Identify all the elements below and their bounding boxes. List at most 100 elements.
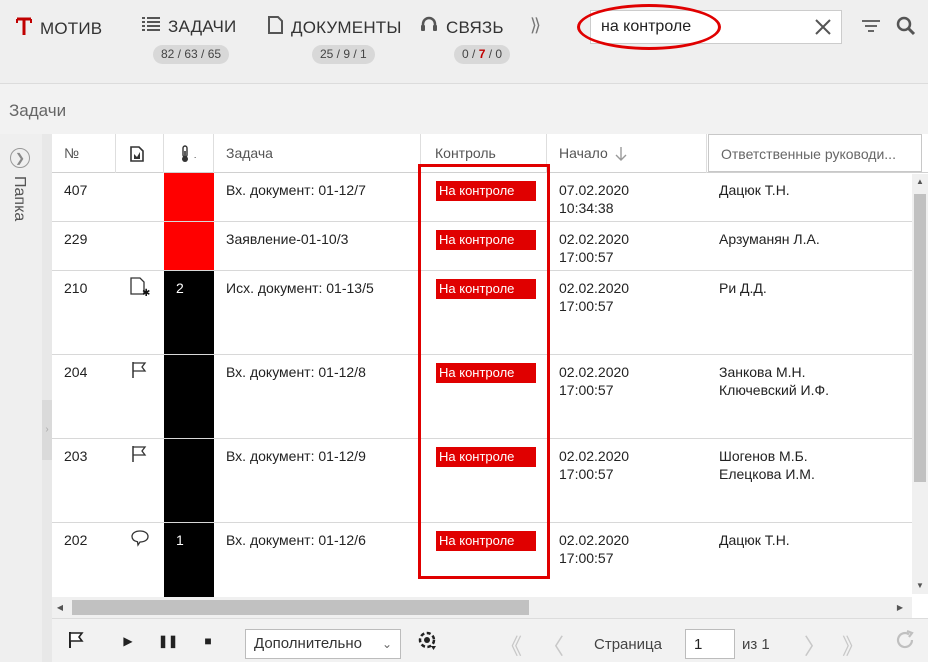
clear-search-icon[interactable] — [811, 15, 835, 39]
row-start-date: 07.02.2020 — [559, 182, 630, 198]
column-header-number[interactable]: № — [52, 134, 116, 173]
row-start-time: 17:00:57 — [559, 298, 614, 314]
row-number: 407 — [64, 182, 88, 198]
splitter-handle-icon[interactable]: › — [42, 400, 52, 460]
filter-icon[interactable] — [861, 17, 881, 37]
row-priority: 2 — [164, 271, 214, 354]
bottom-toolbar: ▶ ❚❚ ■ Дополнительно ⌄ 《 〈 Страница из 1… — [52, 618, 928, 662]
row-task[interactable]: Вх. документ: 01-12/7 — [214, 173, 421, 221]
last-page-icon[interactable]: 》 — [842, 629, 864, 661]
scroll-down-icon[interactable]: ▼ — [912, 578, 928, 594]
row-priority — [164, 439, 214, 522]
play-icon[interactable]: ▶ — [118, 631, 138, 651]
scroll-up-icon[interactable]: ▲ — [912, 174, 928, 190]
table-row[interactable]: 210 ✱ 2 Исх. документ: 01-13/5 На контроле 02… — [52, 271, 912, 355]
horizontal-scrollbar[interactable]: ◀ ▶ — [52, 597, 912, 618]
row-responsible: Шогенов М.Б. Елецкова И.М. — [719, 448, 815, 482]
page-label: Страница — [594, 636, 662, 653]
prev-page-icon[interactable]: 〈 — [542, 629, 564, 661]
column-header-control[interactable]: Контроль — [421, 134, 547, 173]
attachment-column-icon — [130, 145, 144, 163]
next-page-icon[interactable]: 〉 — [804, 629, 826, 661]
chevron-down-icon: ⌄ — [381, 637, 392, 651]
row-start: 02.02.2020 17:00:57 — [547, 222, 707, 270]
thermometer-icon — [180, 145, 194, 163]
motiv-logo-icon — [16, 16, 32, 41]
additional-select[interactable]: Дополнительно ⌄ — [245, 629, 401, 659]
search-input[interactable] — [601, 16, 801, 38]
row-control: На контроле — [421, 222, 547, 270]
first-page-icon[interactable]: 《 — [500, 629, 522, 661]
search-icon[interactable] — [896, 16, 916, 36]
row-number: 203 — [64, 448, 88, 464]
row-start-date: 02.02.2020 — [559, 448, 630, 464]
column-header-start-label: Начало — [559, 145, 608, 161]
nav-documents[interactable]: ДОКУМЕНТЫ — [268, 16, 402, 39]
row-task[interactable]: Вх. документ: 01-12/8 — [214, 355, 421, 438]
row-priority — [164, 222, 214, 270]
refresh-icon[interactable] — [894, 629, 914, 649]
nav-documents-label: ДОКУМЕНТЫ — [291, 17, 402, 37]
flag-filter-icon[interactable] — [66, 631, 86, 651]
tasks-grid: № . Задача Контроль Начало Ответственные… — [52, 134, 928, 618]
row-number: 210 — [64, 280, 88, 296]
table-row[interactable]: 407 Вх. документ: 01-12/7 На контроле 07.02… — [52, 173, 912, 222]
row-priority: 1 — [164, 523, 214, 606]
communication-count-badge: 0 / 7 / 0 — [454, 45, 511, 64]
tasks-count-badge: 82 / 63 / 65 — [153, 45, 230, 64]
row-task[interactable]: Заявление-01-10/3 — [214, 222, 421, 270]
panel-splitter[interactable] — [42, 134, 52, 662]
grid-header: № . Задача Контроль Начало Ответственные… — [52, 134, 928, 173]
page-title: Задачи — [9, 101, 67, 120]
row-responsible: Ри Д.Д. — [719, 280, 767, 296]
scroll-left-icon[interactable]: ◀ — [52, 600, 68, 615]
row-start: 02.02.2020 17:00:57 — [547, 523, 707, 606]
column-header-priority[interactable]: . — [164, 134, 214, 173]
row-responsible: Занкова М.Н. Ключевский И.Ф. — [719, 364, 830, 398]
row-task[interactable]: Вх. документ: 01-12/9 — [214, 439, 421, 522]
row-control: На контроле — [421, 173, 547, 221]
row-attachment — [116, 355, 164, 438]
nav-communication[interactable]: СВЯЗЬ — [420, 16, 504, 39]
table-row[interactable]: 229 Заявление-01-10/3 На контроле 02.02.202… — [52, 222, 912, 271]
row-task[interactable]: Исх. документ: 01-13/5 — [214, 271, 421, 354]
vertical-scrollbar[interactable]: ▲ ▼ — [912, 174, 928, 594]
stop-icon[interactable]: ■ — [198, 631, 218, 651]
vertical-scroll-thumb[interactable] — [914, 194, 926, 482]
svg-text:✱: ✱ — [142, 288, 150, 297]
folder-label[interactable]: Папка — [10, 176, 28, 221]
nav-tasks[interactable]: ЗАДАЧИ — [142, 16, 236, 37]
row-control: На контроле — [421, 355, 547, 438]
headset-icon — [420, 16, 438, 39]
row-start-time: 10:34:38 — [559, 200, 614, 216]
row-start-time: 17:00:57 — [559, 466, 614, 482]
table-row[interactable]: 204 Вх. документ: 01-12/8 На контроле 02.02… — [52, 355, 912, 439]
column-header-responsible[interactable]: Ответственные руководи... — [708, 134, 922, 172]
row-responsible: Дацюк Т.Н. — [719, 532, 790, 548]
control-status-badge: На контроле — [436, 230, 536, 250]
horizontal-scroll-thumb[interactable] — [72, 600, 529, 615]
scroll-right-icon[interactable]: ▶ — [892, 600, 908, 615]
page-number-input[interactable] — [685, 629, 735, 659]
nav-motiv[interactable]: МОТИВ — [16, 16, 102, 41]
control-status-badge: На контроле — [436, 279, 536, 299]
settings-refresh-icon[interactable] — [416, 629, 436, 650]
search-box — [590, 10, 842, 44]
column-header-attachment[interactable] — [116, 134, 164, 173]
pause-icon[interactable]: ❚❚ — [158, 631, 178, 651]
list-icon — [142, 16, 160, 37]
row-priority — [164, 355, 214, 438]
table-row[interactable]: 202 1 Вх. документ: 01-12/6 На контроле 02.0… — [52, 523, 912, 607]
comm-count-c: / 0 — [485, 47, 503, 61]
column-header-task[interactable]: Задача — [214, 134, 421, 173]
row-control: На контроле — [421, 523, 547, 606]
row-task[interactable]: Вх. документ: 01-12/6 — [214, 523, 421, 606]
comm-count-a: 0 / — [462, 47, 479, 61]
table-row[interactable]: 203 Вх. документ: 01-12/9 На контроле 02.02… — [52, 439, 912, 523]
expand-folder-icon[interactable]: ❯ — [10, 148, 30, 168]
column-header-start[interactable]: Начало — [547, 134, 707, 173]
more-nav-button[interactable]: ⟩⟩ — [530, 15, 541, 36]
control-status-badge: На контроле — [436, 531, 536, 551]
row-attachment — [116, 173, 164, 221]
page-count: из 1 — [742, 636, 770, 653]
